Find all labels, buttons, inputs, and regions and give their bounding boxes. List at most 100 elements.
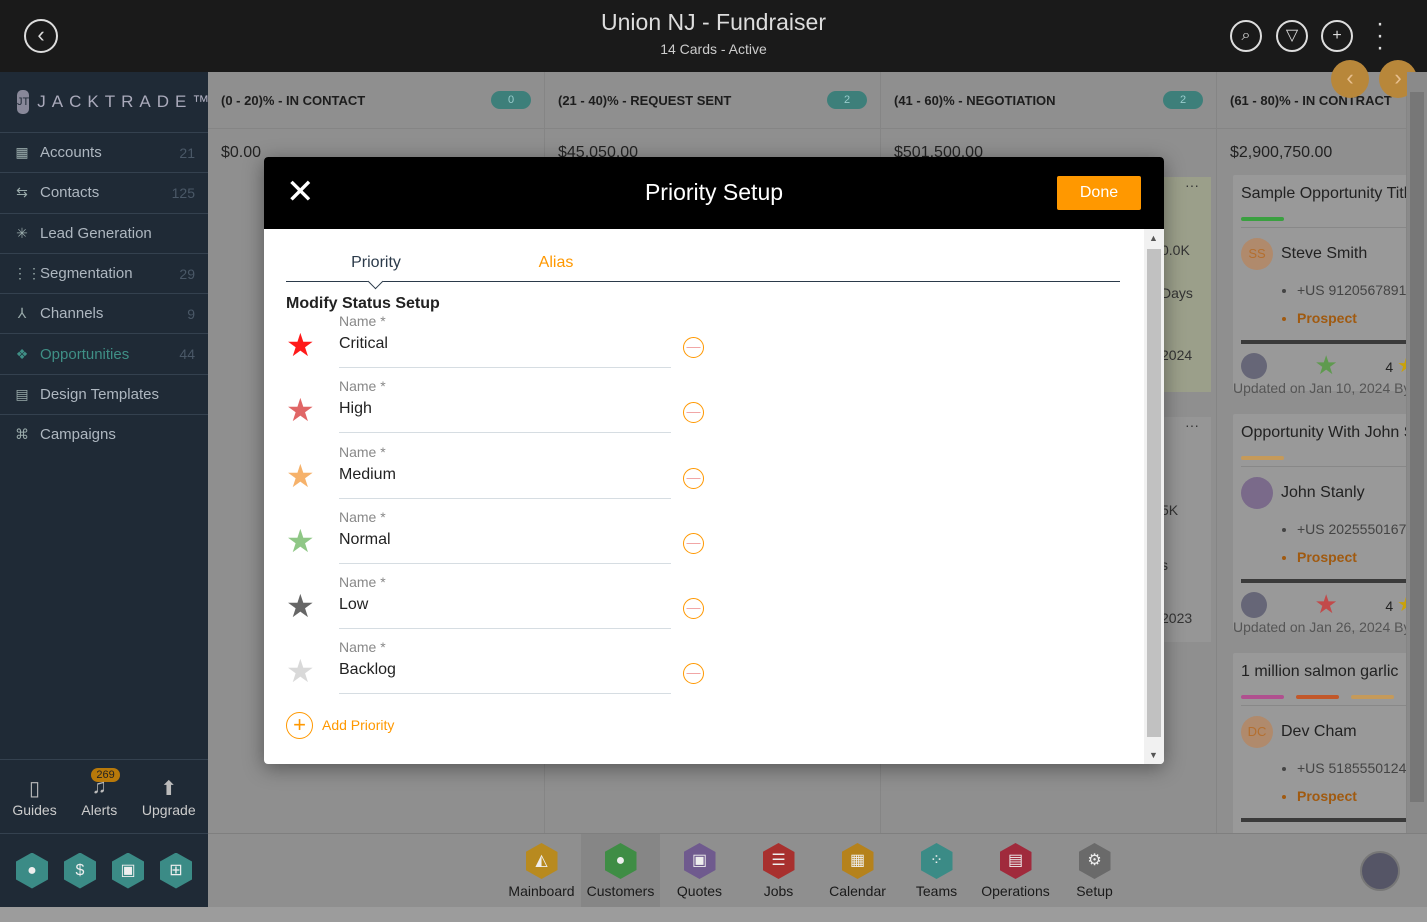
priority-name-input[interactable]: Normal <box>339 529 671 564</box>
sidebar-item-label: Channels <box>40 305 104 323</box>
priority-row: ★ Name * High — <box>286 378 1122 443</box>
sidebar: JT JACKTRADE™ ▦ Accounts 21 ⇆ Contacts 125 ✳ Lea… <box>0 72 209 907</box>
app-operations[interactable]: ▤ Operations <box>976 834 1055 908</box>
guides-button[interactable]: ▯ Guides <box>12 776 56 833</box>
status-strip <box>0 907 1427 922</box>
opportunity-card[interactable]: Sample Opportunity Title SS Steve Smith +… <box>1233 175 1407 391</box>
add-priority-button[interactable]: + Add Priority <box>286 711 1122 739</box>
sidebar-item-opportunities[interactable]: ❖ Opportunities 44 <box>0 333 208 373</box>
sidebar-item-label: Accounts <box>40 144 102 162</box>
customers-icon: ● <box>604 843 637 879</box>
remove-icon[interactable]: — <box>683 663 704 685</box>
app-mainboard[interactable]: ◭ Mainboard <box>502 834 581 908</box>
card-title: Opportunity With John S <box>1241 424 1407 441</box>
sidebar-item-channels[interactable]: ⅄ Channels 9 <box>0 293 208 333</box>
network-app-icon[interactable]: ⊞ <box>160 852 192 889</box>
remove-icon[interactable]: — <box>683 598 704 620</box>
rating: 4 <box>1385 598 1394 614</box>
priority-row: ★ Name * Low — <box>286 574 1122 639</box>
rating-star-icon: ★ <box>1397 355 1406 377</box>
page-subtitle: 14 Cards - Active <box>660 41 767 57</box>
star-icon[interactable]: ★ <box>286 329 315 361</box>
remove-icon[interactable]: — <box>683 402 704 424</box>
column-in-contract: (61 - 80)% - IN CONTRACT $2,900,750.00 S… <box>1217 72 1407 833</box>
app-customers[interactable]: ● Customers <box>581 834 660 908</box>
alerts-button[interactable]: 269 ♫ Alerts <box>81 768 120 833</box>
filter-icon[interactable]: ▽ <box>1276 20 1308 52</box>
opportunity-card[interactable]: 1 million salmon garlic DC Dev Cham +US 5… <box>1233 653 1406 833</box>
add-icon[interactable]: + <box>1321 20 1353 52</box>
star-icon[interactable]: ★ <box>286 590 315 622</box>
sidebar-item-label: Opportunities <box>40 345 130 363</box>
priority-star-icon: ★ <box>1314 589 1338 619</box>
app-calendar[interactable]: ▦ Calendar <box>818 834 897 908</box>
calendar-icon: ▦ <box>841 843 874 879</box>
upgrade-button[interactable]: ⬆ Upgrade <box>142 776 196 833</box>
sidebar-item-lead-generation[interactable]: ✳ Lead Generation <box>0 212 208 253</box>
sidebar-item-contacts[interactable]: ⇆ Contacts 125 <box>0 172 208 212</box>
sidebar-item-design-templates[interactable]: ▤ Design Templates <box>0 373 208 414</box>
sidebar-item-campaigns[interactable]: ⌘ Campaigns <box>0 414 208 454</box>
dollar-app-icon[interactable]: $ <box>64 852 96 889</box>
star-icon[interactable]: ★ <box>286 460 315 492</box>
section-title: Modify Status Setup <box>286 295 440 312</box>
user-app-icon[interactable]: ● <box>16 852 48 889</box>
field-label: Name * <box>339 378 386 395</box>
star-icon[interactable]: ★ <box>286 525 315 557</box>
avatar: SS <box>1241 238 1273 270</box>
contact-name: John Stanly <box>1281 484 1365 501</box>
logo: JT JACKTRADE™ <box>0 72 209 132</box>
remove-icon[interactable]: — <box>683 467 704 489</box>
priority-name-input[interactable]: Low <box>339 594 671 630</box>
user-avatar[interactable] <box>1360 851 1400 891</box>
opportunity-card[interactable]: Opportunity With John S John Stanly +US … <box>1233 414 1407 630</box>
field-label: Name * <box>339 508 386 525</box>
contact-phone: +US 5185550124 <box>1297 754 1406 782</box>
segmentation-icon: ⋮⋮ <box>13 265 41 282</box>
app-jobs[interactable]: ☰ Jobs <box>739 834 818 908</box>
avatar <box>1241 477 1273 509</box>
sidebar-item-count: 29 <box>179 265 195 282</box>
channels-icon: ⅄ <box>17 305 27 322</box>
sidebar-item-label: Segmentation <box>40 265 133 283</box>
board-scrollbar[interactable] <box>1407 72 1427 833</box>
modal-scrollbar[interactable]: ▲ ▼ <box>1144 229 1164 764</box>
priority-name-input[interactable]: Critical <box>339 333 671 368</box>
priority-setup-modal: ✕ Priority Setup Done Priority Alias Mod… <box>264 157 1164 764</box>
field-label: Name * <box>339 443 386 460</box>
priority-row: ★ Name * Normal — <box>286 509 1122 574</box>
app-quotes[interactable]: ▣ Quotes <box>660 834 739 908</box>
setup-icon: ⚙ <box>1078 843 1111 879</box>
done-button[interactable]: Done <box>1057 176 1141 210</box>
tab-alias[interactable]: Alias <box>466 254 646 281</box>
contact-name: Dev Cham <box>1281 723 1357 740</box>
card-menu-icon[interactable]: ··· <box>1185 417 1199 433</box>
arrow-up-icon: ⬆ <box>160 778 178 800</box>
app-teams[interactable]: ⁘ Teams <box>897 834 976 908</box>
more-menu-icon[interactable]: · · · <box>1372 12 1388 60</box>
contact-name: Steve Smith <box>1281 245 1368 262</box>
app-bar: ◭ Mainboard ● Customers ▣ Quotes ☰ Jobs ▦ Calenda… <box>208 833 1427 908</box>
column-count: 2 <box>827 91 867 109</box>
card-date: 2024 <box>1161 347 1193 363</box>
chat-app-icon[interactable]: ▣ <box>112 852 144 889</box>
sidebar-item-accounts[interactable]: ▦ Accounts 21 <box>0 132 208 172</box>
app-setup[interactable]: ⚙ Setup <box>1055 834 1134 908</box>
priority-name-input[interactable]: Backlog <box>339 659 671 695</box>
priority-name-input[interactable]: High <box>339 398 671 434</box>
scroll-left-button[interactable]: ‹ <box>1331 60 1369 98</box>
priority-name-input[interactable]: Medium <box>339 464 671 499</box>
sidebar-item-segmentation[interactable]: ⋮⋮ Segmentation 29 <box>0 252 208 293</box>
remove-icon[interactable]: — <box>683 532 704 554</box>
card-title: Sample Opportunity Title <box>1241 185 1407 202</box>
search-icon[interactable]: ⌕ <box>1230 20 1262 52</box>
contact-status: Prospect <box>1297 543 1406 571</box>
star-icon[interactable]: ★ <box>286 394 315 426</box>
card-updated: Updated on Jan 26, 2024 By <box>1233 619 1407 635</box>
star-icon[interactable]: ★ <box>286 655 315 687</box>
sidebar-item-count: 9 <box>187 305 195 322</box>
plus-icon: + <box>286 711 313 739</box>
card-menu-icon[interactable]: ··· <box>1185 177 1199 193</box>
remove-icon[interactable]: — <box>683 337 704 358</box>
contact-phone: +US 2025550167 <box>1297 515 1406 543</box>
